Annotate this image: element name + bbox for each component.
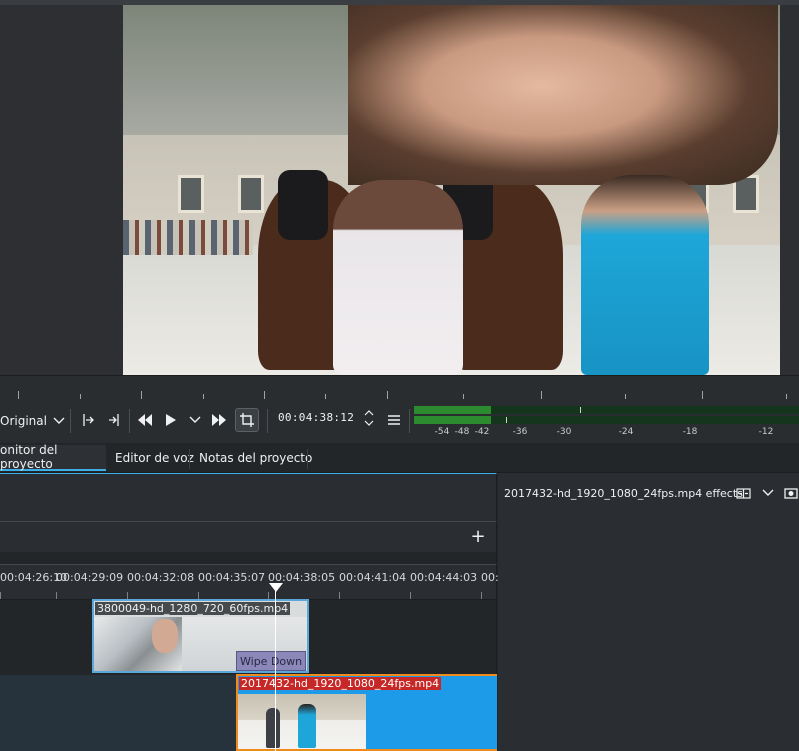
ruler-label: 00:04:44:03 [410,571,478,584]
effects-stack-panel: 2017432-hd_1920_1080_24fps.mp4 effects [498,473,799,751]
woman-face-overlay [348,5,778,185]
transition-wipe-down[interactable]: Wipe Down [236,651,306,671]
audio-level-left [414,406,491,414]
fast-forward-icon[interactable] [207,408,231,432]
timecode-spinner[interactable] [362,409,376,433]
audio-scale-label: -24 [618,427,634,437]
timecode-display[interactable]: 00:04:38:12 [278,411,354,424]
audio-scale-label: -54 [434,427,450,437]
tab-project-notes[interactable]: Notas del proyecto [193,445,318,471]
audio-scale-label: -30 [556,427,572,437]
play-icon[interactable] [159,408,183,432]
hamburger-menu-icon[interactable] [382,408,406,432]
set-zone-in-icon[interactable] [76,408,100,432]
monitor-tabs: onitor del proyecto Editor de voz Notas … [0,443,799,473]
tab-voice-editor[interactable]: Editor de voz [109,445,200,471]
monitor-toolbar: Original 00:04:38:12 -54 -48 -42 -36 -30 -24-… [0,399,799,443]
audio-scale-label: -36 [512,427,528,437]
tab-project-monitor[interactable]: onitor del proyecto [0,443,106,471]
spin-down-icon[interactable] [364,420,374,427]
woman-walking [333,180,463,375]
crowd [123,220,253,255]
video-preview[interactable] [123,5,780,375]
clip-title: 3800049-hd_1280_720_60fps.mp4 [95,602,291,615]
spin-up-icon[interactable] [364,409,374,416]
chevron-down-icon [53,417,65,424]
timeline-ruler[interactable]: 00:04:26:10 00:04:29:09 00:04:32:08 00:0… [0,564,513,599]
clip-title: 2017432-hd_1920_1080_24fps.mp4 [239,677,442,690]
monitor-ruler[interactable] [0,375,799,399]
audio-scale-label: -48 [454,427,470,437]
set-zone-out-icon[interactable] [102,408,126,432]
zoom-select[interactable]: Original [0,409,65,433]
timeline-header-area [0,473,497,521]
crop-icon[interactable] [235,408,259,432]
compare-effects-icon[interactable] [735,485,751,501]
ruler-label: 00:04:41:04 [339,571,407,584]
timeline-toolbar: + [0,521,497,552]
audio-level-right [414,416,491,424]
audio-scale-label: -12 [758,427,774,437]
rewind-icon[interactable] [133,408,157,432]
audio-scale-label: -18 [682,427,698,437]
chevron-down-icon[interactable] [760,485,776,501]
playhead-handle[interactable] [269,583,283,592]
add-track-icon[interactable]: + [468,527,488,547]
audio-scale-label: -42 [474,427,490,437]
man-blue-shirt [581,175,709,375]
zoom-select-label: Original [0,414,47,428]
ruler-label: 00:04:32:08 [127,571,195,584]
mask-icon[interactable] [783,485,799,501]
ruler-label: 00:04:35:07 [198,571,266,584]
play-options-chevron-icon[interactable] [183,408,207,432]
audio-level-meter: -54 -48 -42 -36 -30 -24 -18 -12 [414,404,799,438]
ruler-label: 00:04:29:09 [56,571,124,584]
effects-title: 2017432-hd_1920_1080_24fps.mp4 effects [504,487,743,500]
playhead[interactable] [275,590,276,751]
